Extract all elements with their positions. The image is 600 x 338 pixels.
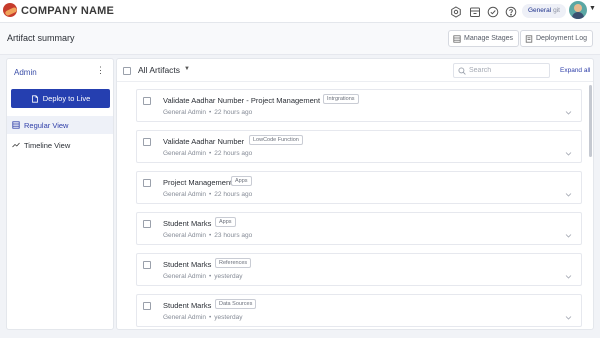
search-icon [458, 67, 466, 75]
artifact-list-panel: All Artifacts ▼ Expand all Validate Aadh… [116, 58, 594, 330]
store-icon[interactable] [469, 5, 481, 17]
artifact-card[interactable]: Student Marks Apps General Admin • 23 hour… [136, 212, 582, 245]
artifact-checkbox[interactable] [143, 302, 151, 310]
artifact-time: yesterday [214, 314, 243, 321]
select-all-checkbox[interactable] [123, 67, 131, 75]
artifact-author: General Admin [163, 232, 206, 239]
workspace-selector[interactable]: General git [522, 4, 566, 18]
chevron-down-icon[interactable] [565, 226, 572, 238]
expand-all-link[interactable]: Expand all [560, 67, 590, 74]
company-logo[interactable] [3, 3, 17, 17]
settings-icon[interactable] [450, 5, 462, 18]
artifact-type-tag: Apps [215, 217, 236, 227]
artifact-time: yesterday [214, 273, 243, 280]
left-panel: Admin ⋮ Deploy to Live Regular View Time… [6, 58, 114, 330]
deployment-log-label: Deployment Log [536, 35, 587, 42]
artifact-checkbox[interactable] [143, 179, 151, 187]
deployment-log-button[interactable]: Deployment Log [520, 30, 593, 47]
search-box[interactable] [453, 63, 550, 78]
list-view-icon [12, 121, 20, 129]
artifact-author: General Admin [163, 314, 206, 321]
divider [117, 81, 593, 82]
workspace-name: General [528, 7, 552, 14]
artifact-card[interactable]: Project Management Apps General Admin • 22… [136, 171, 582, 204]
timeline-view-label: Timeline View [24, 140, 71, 150]
user-avatar[interactable] [569, 1, 587, 19]
artifact-title: Validate Aadhar Number - Project Managem… [163, 96, 321, 105]
artifact-card[interactable]: Validate Aadhar Number LowCode Function … [136, 130, 582, 163]
chevron-down-icon[interactable] [565, 308, 572, 320]
regular-view-label: Regular View [24, 120, 69, 130]
stages-icon [453, 34, 461, 43]
manage-stages-button[interactable]: Manage Stages [448, 30, 520, 47]
artifact-meta: General Admin • 22 hours ago [163, 150, 253, 157]
document-icon [31, 94, 38, 103]
more-options-icon[interactable]: ⋮ [96, 66, 105, 75]
artifact-time: 22 hours ago [214, 150, 253, 157]
chevron-down-icon[interactable] [565, 144, 572, 156]
artifact-type-tag: Apps [231, 176, 252, 186]
artifact-meta: General Admin • 22 hours ago [163, 191, 253, 198]
artifact-checkbox[interactable] [143, 261, 151, 269]
artifact-checkbox[interactable] [143, 97, 151, 105]
artifact-time: 22 hours ago [214, 191, 253, 198]
caret-down-icon[interactable]: ▼ [589, 5, 596, 12]
artifact-title: Student Marks [163, 260, 212, 269]
artifact-type-tag: References [215, 258, 252, 268]
workspace-sub: git [553, 7, 560, 14]
artifact-card[interactable]: Validate Aadhar Number - Project Managem… [136, 89, 582, 122]
timeline-view-option[interactable]: Timeline View [7, 136, 113, 154]
artifact-checkbox[interactable] [143, 138, 151, 146]
artifact-type-tag: Data Sources [215, 299, 257, 309]
artifact-author: General Admin [163, 191, 206, 198]
top-bar: COMPANY NAME General git ▼ [0, 0, 600, 23]
check-circle-icon[interactable] [487, 5, 499, 18]
timeline-icon [12, 142, 20, 148]
artifact-card[interactable]: Student Marks References General Admin • y… [136, 253, 582, 286]
page-header: Artifact summary Manage Stages Deploymen… [0, 23, 600, 55]
artifact-meta: General Admin • yesterday [163, 314, 243, 321]
artifact-time: 23 hours ago [214, 232, 253, 239]
artifact-type-tag: Intrgrations [323, 94, 359, 104]
artifact-author: General Admin [163, 273, 206, 280]
deploy-to-live-button[interactable]: Deploy to Live [11, 89, 110, 108]
artifact-card[interactable]: Student Marks Data Sources General Admin… [136, 294, 582, 327]
artifact-checkbox[interactable] [143, 220, 151, 228]
chevron-down-icon[interactable] [565, 185, 572, 197]
page-title: Artifact summary [7, 33, 75, 43]
help-icon[interactable] [505, 5, 517, 18]
artifact-title: Student Marks [163, 219, 212, 228]
artifact-type-tag: LowCode Function [249, 135, 303, 145]
artifact-meta: General Admin • 22 hours ago [163, 109, 253, 116]
scrollbar[interactable] [589, 85, 592, 157]
chevron-down-icon[interactable] [565, 267, 572, 279]
deploy-label: Deploy to Live [42, 94, 91, 103]
artifact-title: Student Marks [163, 301, 212, 310]
log-icon [525, 34, 533, 43]
artifact-time: 22 hours ago [214, 109, 253, 116]
regular-view-option[interactable]: Regular View [7, 116, 113, 134]
environment-title: Admin [14, 68, 37, 77]
company-name: COMPANY NAME [21, 5, 115, 17]
search-input[interactable] [469, 65, 547, 76]
caret-down-icon[interactable]: ▼ [184, 66, 190, 72]
artifact-author: General Admin [163, 150, 206, 157]
artifact-title: Project Management [163, 178, 233, 187]
manage-stages-label: Manage Stages [464, 35, 514, 42]
artifact-meta: General Admin • yesterday [163, 273, 243, 280]
artifact-meta: General Admin • 23 hours ago [163, 232, 253, 239]
artifact-title: Validate Aadhar Number [163, 137, 245, 146]
artifact-author: General Admin [163, 109, 206, 116]
chevron-down-icon[interactable] [565, 103, 572, 115]
artifact-filter-dropdown[interactable]: All Artifacts [138, 65, 180, 75]
